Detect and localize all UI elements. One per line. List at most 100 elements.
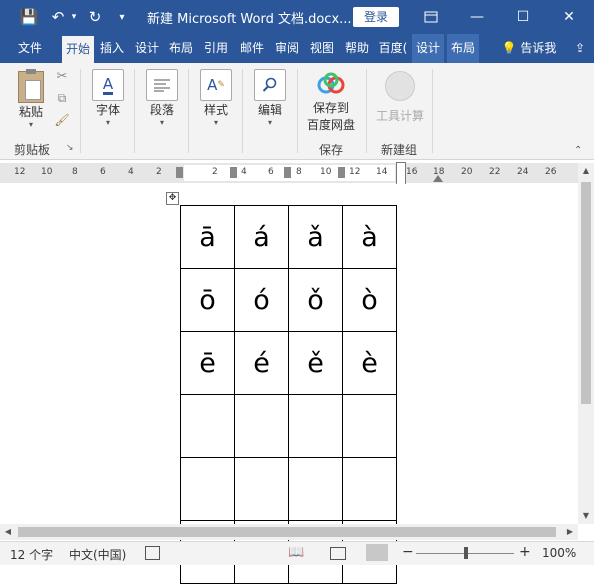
table-column-marker[interactable] bbox=[230, 167, 237, 178]
paste-button[interactable]: 粘贴 ▾ bbox=[14, 69, 48, 129]
tool-calc-button[interactable]: 工具计算 bbox=[374, 71, 426, 124]
group-divider bbox=[297, 69, 298, 153]
undo-dropdown-icon[interactable]: ▾ bbox=[68, 0, 80, 34]
baidu-netdisk-icon bbox=[316, 71, 346, 99]
tab-table-layout[interactable]: 布局 bbox=[447, 34, 479, 63]
zoom-out-button[interactable]: − bbox=[402, 544, 414, 560]
tab-stop-icon[interactable] bbox=[433, 175, 443, 182]
table-column-marker[interactable] bbox=[284, 167, 291, 178]
vertical-scrollbar[interactable]: ▲ ▼ bbox=[578, 163, 594, 524]
copy-icon[interactable]: ⧉ bbox=[54, 91, 70, 106]
login-button[interactable]: 登录 bbox=[353, 7, 399, 27]
tab-home[interactable]: 开始 bbox=[62, 36, 94, 63]
table-cell[interactable]: ǒ bbox=[288, 268, 343, 332]
tab-file[interactable]: 文件 bbox=[8, 34, 52, 63]
editing-button[interactable]: 编辑 ▾ bbox=[252, 69, 288, 127]
scroll-up-icon[interactable]: ▲ bbox=[578, 163, 594, 179]
redo-icon[interactable]: ↻ bbox=[84, 0, 106, 34]
paragraph-label: 段落 bbox=[149, 103, 174, 117]
tab-mailings[interactable]: 邮件 bbox=[236, 34, 268, 63]
minimize-button[interactable]: — bbox=[454, 0, 500, 34]
scroll-thumb[interactable] bbox=[18, 527, 556, 537]
tab-design[interactable]: 设计 bbox=[131, 34, 163, 63]
ruler-number: 10 bbox=[320, 167, 332, 177]
undo-icon[interactable]: ↶ bbox=[47, 0, 69, 34]
ribbon-home: 粘贴 ▾ ✂ ⧉ 🖌 剪贴板 ↘ A 字体 ▾ 段落 ▾ A ✎ 样式 ▾ 编辑 … bbox=[0, 63, 594, 160]
scroll-right-icon[interactable]: ▶ bbox=[562, 524, 578, 540]
font-button[interactable]: A 字体 ▾ bbox=[90, 69, 126, 127]
tab-references[interactable]: 引用 bbox=[200, 34, 232, 63]
tab-layout[interactable]: 布局 bbox=[165, 34, 197, 63]
tool-calc-icon bbox=[385, 71, 415, 101]
ruler-number: 26 bbox=[545, 167, 557, 177]
collapse-ribbon-icon[interactable]: ⌃ bbox=[574, 145, 582, 156]
scroll-thumb[interactable] bbox=[581, 182, 591, 404]
tab-insert[interactable]: 插入 bbox=[96, 34, 128, 63]
word-count[interactable]: 12 个字 bbox=[10, 546, 53, 563]
paragraph-lines-icon bbox=[146, 69, 178, 101]
tab-baidu[interactable]: 百度( bbox=[377, 34, 409, 63]
table-cell[interactable]: è bbox=[342, 331, 397, 395]
table-cell[interactable]: é bbox=[234, 331, 289, 395]
table-cell[interactable]: ě bbox=[288, 331, 343, 395]
table-cell[interactable]: ǎ bbox=[288, 205, 343, 269]
language[interactable]: 中文(中国) bbox=[69, 546, 126, 563]
share-icon[interactable]: ⇪ bbox=[570, 34, 590, 63]
table-cell[interactable]: ò bbox=[342, 268, 397, 332]
tell-me-label: 告诉我 bbox=[520, 41, 557, 55]
ruler-number: 6 bbox=[268, 167, 274, 177]
web-layout-icon[interactable] bbox=[366, 544, 388, 561]
horizontal-scrollbar[interactable]: ◀ ▶ bbox=[0, 524, 578, 540]
styles-button[interactable]: A ✎ 样式 ▾ bbox=[198, 69, 234, 127]
save-to-baidu-button[interactable]: 保存到 百度网盘 bbox=[303, 71, 359, 133]
table-cell[interactable] bbox=[234, 457, 289, 521]
close-button[interactable]: ✕ bbox=[546, 0, 592, 34]
print-layout-icon[interactable] bbox=[330, 547, 346, 560]
group-divider bbox=[134, 69, 135, 153]
table-cell[interactable] bbox=[342, 394, 397, 458]
table-cell[interactable]: ē bbox=[180, 331, 235, 395]
ruler-number: 14 bbox=[376, 167, 388, 177]
paragraph-button[interactable]: 段落 ▾ bbox=[144, 69, 180, 127]
document-page[interactable]: ✥ ā á ǎ à ō ó ǒ ò ē é ě è bbox=[0, 184, 578, 584]
dialog-launcher-icon[interactable]: ↘ bbox=[66, 143, 74, 153]
table-cell[interactable] bbox=[234, 394, 289, 458]
table-cell[interactable]: ō bbox=[180, 268, 235, 332]
zoom-level[interactable]: 100% bbox=[542, 546, 576, 560]
table-cell[interactable]: ā bbox=[180, 205, 235, 269]
format-painter-icon[interactable]: 🖌 bbox=[54, 113, 70, 127]
table-column-marker[interactable] bbox=[176, 167, 183, 178]
ribbon-tab-bar: 文件 开始 插入 设计 布局 引用 邮件 审阅 视图 帮助 百度( 设计 布局 … bbox=[0, 34, 594, 63]
scroll-left-icon[interactable]: ◀ bbox=[0, 524, 16, 540]
tab-table-design[interactable]: 设计 bbox=[412, 34, 444, 63]
zoom-in-button[interactable]: + bbox=[519, 544, 531, 560]
tab-view[interactable]: 视图 bbox=[306, 34, 338, 63]
customize-toolbar-icon[interactable]: ▾ bbox=[114, 0, 130, 34]
tab-review[interactable]: 审阅 bbox=[271, 34, 303, 63]
ribbon-display-options-icon[interactable] bbox=[408, 0, 454, 34]
maximize-button[interactable]: ☐ bbox=[500, 0, 546, 34]
table-cell[interactable] bbox=[342, 457, 397, 521]
table-cell[interactable]: ó bbox=[234, 268, 289, 332]
save-icon[interactable]: 💾 bbox=[14, 0, 44, 34]
tell-me-search[interactable]: 💡 告诉我 bbox=[494, 34, 564, 63]
horizontal-ruler[interactable]: 12 10 8 6 4 2 2 4 6 8 10 12 14 16 18 20 … bbox=[0, 162, 578, 186]
table-row bbox=[180, 457, 397, 521]
read-mode-icon[interactable]: 📖 bbox=[288, 545, 304, 560]
right-indent-marker[interactable] bbox=[396, 162, 406, 186]
scroll-down-icon[interactable]: ▼ bbox=[578, 508, 594, 524]
table-cell[interactable] bbox=[288, 394, 343, 458]
table-cell[interactable] bbox=[288, 457, 343, 521]
table-cell[interactable] bbox=[180, 394, 235, 458]
tab-help[interactable]: 帮助 bbox=[341, 34, 373, 63]
ruler-number: 4 bbox=[128, 167, 134, 177]
cut-icon[interactable]: ✂ bbox=[54, 69, 70, 84]
table-cell[interactable]: á bbox=[234, 205, 289, 269]
table-cell[interactable]: à bbox=[342, 205, 397, 269]
table-column-marker[interactable] bbox=[338, 167, 345, 178]
group-save-label: 保存 bbox=[319, 143, 344, 157]
table-move-handle-icon[interactable]: ✥ bbox=[166, 192, 179, 205]
table-cell[interactable] bbox=[180, 457, 235, 521]
zoom-slider-thumb[interactable] bbox=[464, 547, 468, 559]
macro-record-icon[interactable] bbox=[145, 546, 160, 560]
